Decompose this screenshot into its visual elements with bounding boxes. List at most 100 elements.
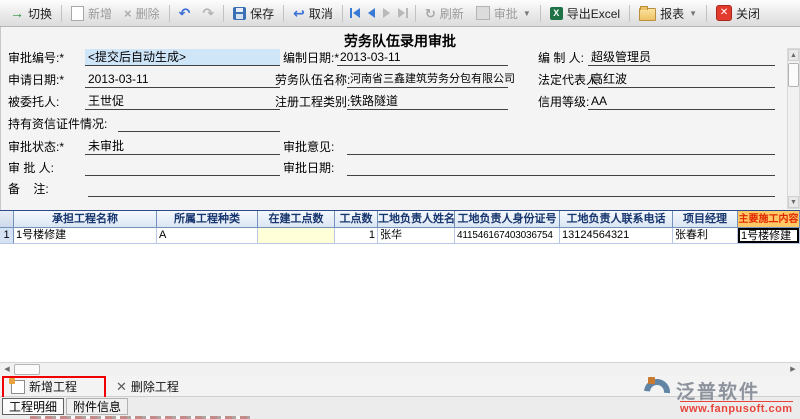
- delete-icon: ×: [124, 7, 132, 20]
- first-record-icon: [350, 8, 352, 18]
- col-header-manager-phone[interactable]: 工地负责人联系电话: [560, 211, 673, 228]
- first-record-icon: [353, 8, 360, 18]
- col-header-main-content[interactable]: 主要施工内容: [738, 211, 800, 228]
- delete-project-label: 删除工程: [131, 378, 179, 395]
- first-record-button[interactable]: [346, 6, 364, 20]
- trustee-field[interactable]: 王世促: [85, 93, 280, 110]
- approve-date-label: 审批日期:: [283, 161, 334, 176]
- reg-type-field[interactable]: 铁路隧道: [347, 93, 508, 110]
- status-label: 审批状态:*: [8, 140, 64, 155]
- logo-url: www.fanpusoft.com: [680, 401, 793, 415]
- last-record-button[interactable]: [394, 6, 412, 20]
- tab-attachment-info[interactable]: 附件信息: [66, 398, 128, 415]
- approve-label: 审批: [494, 5, 518, 22]
- col-header-sites-building[interactable]: 在建工点数: [258, 211, 335, 228]
- export-excel-label: 导出Excel: [567, 5, 620, 22]
- draft-date-field[interactable]: 2013-03-11: [337, 49, 508, 66]
- drafter-label: 编 制 人:: [538, 51, 584, 66]
- close-button[interactable]: ✕ 关闭: [710, 1, 766, 25]
- toolbar: → 切换 新增 × 删除 ↶ ↷ 保存 ↩ 取消 ↻ 刷新: [0, 0, 800, 27]
- scroll-up-icon[interactable]: ▲: [788, 49, 799, 61]
- delete-button[interactable]: × 删除: [118, 1, 166, 25]
- undo-icon: ↶: [179, 6, 191, 20]
- switch-button[interactable]: → 切换: [4, 1, 58, 25]
- cell-project-name[interactable]: 1号楼修建: [14, 228, 157, 244]
- chevron-down-icon: ▼: [523, 9, 531, 18]
- last-record-icon: [406, 8, 408, 18]
- row-number-cell[interactable]: 1: [0, 228, 14, 244]
- scroll-left-icon[interactable]: ◀: [1, 364, 13, 376]
- report-label: 报表: [660, 5, 684, 22]
- redo-button[interactable]: ↷: [196, 1, 220, 25]
- toolbar-separator: [629, 5, 630, 22]
- apply-date-label: 申请日期:*: [8, 73, 64, 88]
- approval-no-field[interactable]: <提交后自动生成>: [85, 49, 280, 66]
- remark-label: 备 注:: [8, 182, 49, 197]
- approver-field[interactable]: [85, 159, 280, 176]
- table-row: 1 1号楼修建 A 1 张华 411546167403036754 131245…: [0, 228, 800, 244]
- toolbar-separator: [342, 5, 343, 22]
- credentials-label: 持有资信证件情况:: [8, 117, 107, 132]
- grid-header-row: 承担工程名称 所属工程种类 在建工点数 工点数 工地负责人姓名 工地负责人身份证…: [0, 210, 800, 228]
- report-button[interactable]: 报表 ▼: [633, 1, 703, 25]
- col-header-manager-id[interactable]: 工地负责人身份证号: [455, 211, 560, 228]
- col-header-site-manager[interactable]: 工地负责人姓名: [378, 211, 455, 228]
- export-excel-button[interactable]: X 导出Excel: [544, 1, 626, 25]
- approve-icon: [476, 6, 490, 20]
- next-record-button[interactable]: [379, 6, 394, 20]
- scroll-right-icon[interactable]: ▶: [787, 364, 799, 376]
- col-header-project-type[interactable]: 所属工程种类: [157, 211, 258, 228]
- close-icon: ✕: [716, 5, 732, 21]
- status-field[interactable]: 未审批: [85, 138, 280, 155]
- apply-date-field[interactable]: 2013-03-11: [85, 71, 280, 88]
- col-header-site-count[interactable]: 工点数: [335, 211, 378, 228]
- scroll-thumb[interactable]: [14, 364, 40, 375]
- col-header-project-name[interactable]: 承担工程名称: [14, 211, 157, 228]
- opinion-field[interactable]: [347, 138, 775, 155]
- grid-horizontal-scrollbar[interactable]: ◀ ▶: [0, 362, 800, 376]
- save-button[interactable]: 保存: [227, 1, 280, 25]
- cell-project-manager[interactable]: 张春利: [673, 228, 738, 244]
- team-name-field[interactable]: 河南省三鑫建筑劳务分包有限公司: [347, 71, 508, 88]
- credentials-field[interactable]: [118, 115, 280, 132]
- cell-project-type[interactable]: A: [157, 228, 258, 244]
- cell-sites-building[interactable]: [258, 228, 335, 244]
- delete-project-icon: ✕: [116, 380, 127, 393]
- cell-site-count[interactable]: 1: [335, 228, 378, 244]
- scroll-thumb[interactable]: [788, 63, 799, 87]
- col-header-project-manager[interactable]: 项目经理: [673, 211, 738, 228]
- refresh-button[interactable]: ↻ 刷新: [419, 1, 470, 25]
- toolbar-separator: [169, 5, 170, 22]
- grid-corner-cell[interactable]: [0, 211, 14, 228]
- drafter-field[interactable]: 超级管理员: [588, 49, 775, 66]
- approve-button[interactable]: 审批 ▼: [470, 1, 537, 25]
- prev-record-button[interactable]: [364, 6, 379, 20]
- credit-field[interactable]: AA: [588, 93, 775, 110]
- undo-button[interactable]: ↶: [173, 1, 197, 25]
- delete-project-button[interactable]: ✕ 删除工程: [112, 378, 183, 395]
- credit-label: 信用等级:: [538, 95, 589, 110]
- vendor-logo: 泛普软件 www.fanpusoft.com: [642, 377, 798, 417]
- selected-cell-editor[interactable]: 1号楼修建: [738, 228, 799, 243]
- toolbar-separator: [283, 5, 284, 22]
- cell-site-manager[interactable]: 张华: [378, 228, 455, 244]
- page-title: 劳务队伍录用审批: [0, 31, 800, 51]
- cell-manager-phone[interactable]: 13124564321: [560, 228, 673, 244]
- next-record-icon: [383, 8, 390, 18]
- toolbar-separator: [223, 5, 224, 22]
- approve-date-field[interactable]: [347, 159, 775, 176]
- prev-record-icon: [368, 8, 375, 18]
- form-vertical-scrollbar[interactable]: ▲ ▼: [787, 48, 800, 209]
- cancel-button[interactable]: ↩ 取消: [287, 1, 339, 25]
- tab-project-detail[interactable]: 工程明细: [2, 398, 64, 415]
- remark-field[interactable]: [88, 180, 775, 197]
- toolbar-separator: [706, 5, 707, 22]
- scroll-down-icon[interactable]: ▼: [788, 196, 799, 208]
- legal-rep-field[interactable]: 高红波: [588, 71, 775, 88]
- add-button[interactable]: 新增: [65, 1, 118, 25]
- cell-manager-id[interactable]: 411546167403036754: [455, 228, 560, 244]
- cell-main-content[interactable]: 1号楼修建: [738, 228, 800, 244]
- save-label: 保存: [250, 5, 274, 22]
- trustee-label: 被委托人:: [8, 95, 59, 110]
- logo-swoosh-icon: [639, 374, 676, 411]
